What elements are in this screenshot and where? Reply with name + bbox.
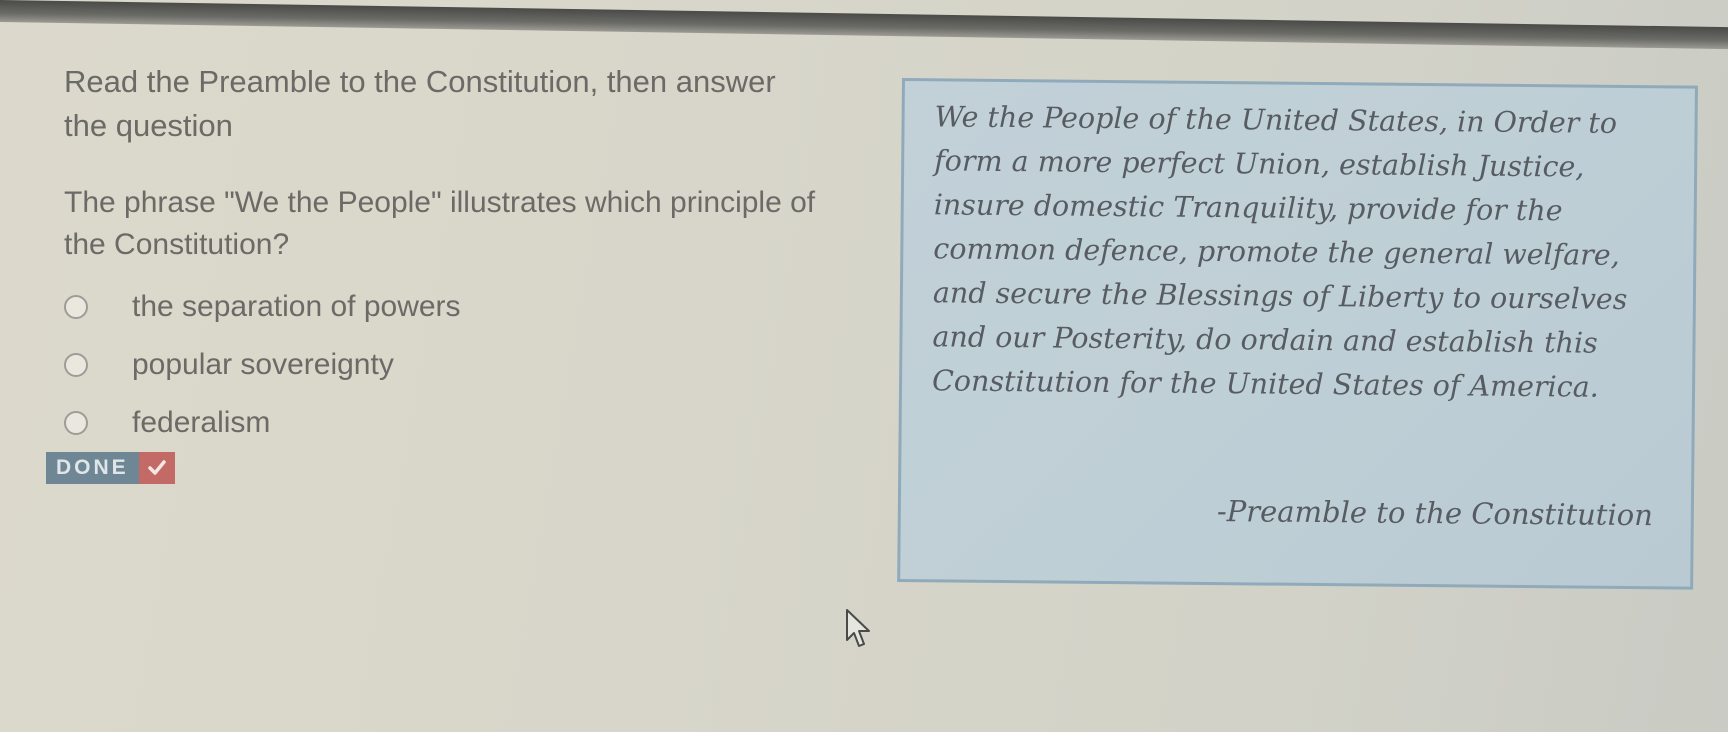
quiz-screen: Read the Preamble to the Constitution, t… xyxy=(0,0,1728,732)
choice-label: federalism xyxy=(132,406,271,439)
question-text: The phrase "We the People" illustrates w… xyxy=(64,186,816,261)
mouse-cursor-icon xyxy=(845,608,875,652)
instruction-text: Read the Preamble to the Constitution, t… xyxy=(64,64,776,143)
choice-label: the separation of powers xyxy=(132,290,461,323)
radio-button[interactable] xyxy=(64,295,88,319)
done-button[interactable]: DONE xyxy=(46,452,175,484)
preamble-passage-box: We the People of the United States, in O… xyxy=(897,78,1698,590)
choice-label: popular sovereignty xyxy=(132,348,394,381)
choice-popular-sovereignty[interactable]: popular sovereignty xyxy=(60,336,680,394)
checkmark-icon xyxy=(138,452,175,484)
answer-choices: the separation of powers popular soverei… xyxy=(60,278,680,452)
radio-button[interactable] xyxy=(64,411,88,435)
done-button-label: DONE xyxy=(46,452,139,484)
radio-button[interactable] xyxy=(64,353,88,377)
choice-federalism[interactable]: federalism xyxy=(60,394,680,452)
preamble-text: We the People of the United States, in O… xyxy=(931,100,1628,404)
passage-attribution: -Preamble to the Constitution xyxy=(1216,494,1654,533)
choice-separation-of-powers[interactable]: the separation of powers xyxy=(60,278,680,336)
